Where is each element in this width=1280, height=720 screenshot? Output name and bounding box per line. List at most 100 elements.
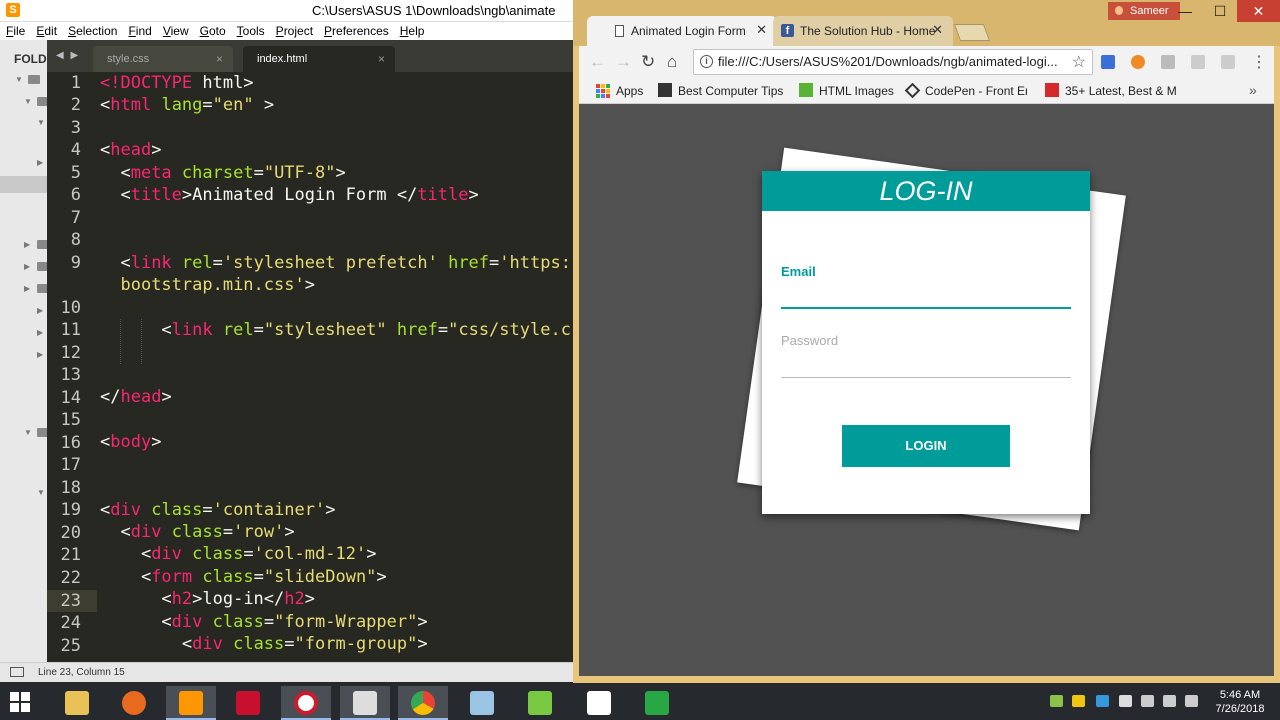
taskbar-acrobat[interactable] (223, 686, 273, 720)
tab-style-css[interactable]: style.css × (93, 46, 233, 72)
tab-index-html[interactable]: index.html × (243, 46, 395, 72)
bookmark-35-latest[interactable]: 35+ Latest, Best & M (1045, 83, 1185, 98)
line-number: 21 (60, 545, 81, 565)
folder-toggle-icon[interactable]: ▼ (37, 118, 45, 127)
folder-toggle-icon[interactable]: ▶ (24, 240, 30, 249)
folder-icon (37, 97, 47, 106)
new-tab-button[interactable] (953, 24, 991, 41)
code-line: <link rel="stylesheet" href="css/style.c (100, 319, 571, 340)
home-icon[interactable]: ⌂ (667, 52, 677, 72)
menu-edit[interactable]: Edit (36, 24, 57, 38)
system-clock[interactable]: 5:46 AM 7/26/2018 (1208, 688, 1272, 716)
notepad-icon (470, 691, 494, 715)
bookmark-apps[interactable]: Apps (596, 84, 643, 98)
code-line: <form class="slideDown"> (100, 566, 387, 587)
code-editor[interactable]: 1 2 3 4 5 6 7 8 9 10 11 12 13 14 15 16 1… (47, 72, 573, 662)
close-icon[interactable]: ✕ (932, 22, 943, 38)
extension-icon[interactable] (1221, 55, 1235, 69)
taskbar-d-app[interactable] (574, 686, 624, 720)
tray-device-icon[interactable] (1119, 695, 1132, 707)
extension-icon[interactable] (1131, 55, 1145, 69)
login-button[interactable]: LOGIN (842, 425, 1010, 467)
forward-icon[interactable]: → (615, 52, 632, 72)
code-line: <div class="form-Wrapper"> (100, 611, 428, 632)
sublime-tabbar: ◀ ▶ style.css × index.html × (47, 40, 573, 72)
code-line: <div class='container'> (100, 499, 336, 520)
chrome-menu-icon[interactable]: ⋮ (1251, 52, 1267, 72)
menu-help[interactable]: Help (400, 24, 425, 38)
taskbar-chrome[interactable] (398, 686, 448, 720)
menu-project[interactable]: Project (276, 24, 313, 38)
bookmarks-overflow-icon[interactable]: » (1249, 82, 1257, 98)
taskbar-firefox[interactable] (109, 686, 159, 720)
folder-icon (37, 262, 47, 271)
folder-toggle-icon[interactable]: ▼ (24, 428, 32, 437)
minimize-icon[interactable]: — (1168, 0, 1202, 22)
bookmark-best-computer-tips[interactable]: Best Computer Tips (658, 83, 783, 98)
folder-toggle-icon[interactable]: ▶ (24, 262, 30, 271)
tab-animated-login-form[interactable]: Animated Login Form ✕ (587, 16, 777, 46)
folder-toggle-icon[interactable]: ▶ (37, 158, 43, 167)
windows-start-icon[interactable] (10, 692, 30, 712)
taskbar-bluestacks[interactable] (515, 686, 565, 720)
clock-date: 7/26/2018 (1215, 703, 1265, 715)
bookmark-label: CodePen - Front End (925, 84, 1027, 98)
extension-icon[interactable] (1191, 55, 1205, 69)
tab-nav-arrows-icon[interactable]: ◀ ▶ (56, 50, 80, 61)
close-icon[interactable]: × (216, 52, 223, 66)
extension-puzzle-icon[interactable] (1101, 55, 1115, 69)
menu-preferences[interactable]: Preferences (324, 24, 389, 38)
taskbar-opera[interactable] (281, 686, 331, 720)
tray-app-icon[interactable] (1096, 695, 1109, 707)
bookmark-html-images[interactable]: HTML Images (799, 83, 894, 98)
volume-icon[interactable] (1185, 695, 1198, 707)
folder-toggle-icon[interactable]: ▶ (37, 306, 43, 315)
line-number: 1 (70, 73, 81, 93)
line-number: 12 (60, 343, 81, 363)
tray-app-icon[interactable] (1072, 695, 1085, 707)
line-gutter: 1 2 3 4 5 6 7 8 9 10 11 12 13 14 15 16 1… (47, 72, 87, 662)
wifi-icon[interactable] (1163, 695, 1176, 707)
folder-toggle-icon[interactable]: ▶ (37, 350, 43, 359)
code-line: <html lang="en" > (100, 95, 275, 116)
taskbar-notepad[interactable] (457, 686, 507, 720)
code-content[interactable]: <!DOCTYPE html> <html lang="en" > <head> <… (100, 72, 573, 662)
taskbar-file-explorer[interactable] (52, 686, 102, 720)
folder-toggle-icon[interactable]: ▼ (37, 488, 45, 497)
menu-view[interactable]: View (163, 24, 189, 38)
menu-find[interactable]: Find (128, 24, 151, 38)
folder-toggle-icon[interactable]: ▶ (24, 284, 30, 293)
sidebar-selected-item[interactable] (0, 176, 47, 193)
tray-flag-icon[interactable] (1141, 695, 1154, 707)
monitor-icon[interactable] (10, 667, 24, 677)
close-icon[interactable]: ✕ (756, 22, 767, 38)
bookmark-codepen[interactable]: CodePen - Front End (904, 82, 1027, 99)
email-field[interactable] (781, 307, 1071, 309)
reload-icon[interactable]: ↻ (641, 52, 655, 72)
taskbar-calculator[interactable] (632, 686, 682, 720)
window-close-icon[interactable]: ✕ (1237, 0, 1280, 22)
tab-solution-hub[interactable]: f The Solution Hub - Home ✕ (773, 16, 953, 46)
tab-label: style.css (107, 53, 150, 65)
password-field[interactable] (781, 377, 1071, 378)
taskbar-sublime[interactable] (166, 686, 216, 720)
firefox-icon (122, 691, 146, 715)
address-bar[interactable]: i file:///C:/Users/ASUS%201/Downloads/ng… (693, 49, 1093, 75)
menu-tools[interactable]: Tools (237, 24, 265, 38)
bookmark-star-icon[interactable]: ☆ (1072, 52, 1086, 72)
menu-selection[interactable]: Selection (68, 24, 117, 38)
maximize-icon[interactable]: ☐ (1203, 0, 1237, 22)
taskbar-app[interactable] (340, 686, 390, 720)
info-icon[interactable]: i (700, 55, 713, 68)
folder-toggle-icon[interactable]: ▶ (37, 328, 43, 337)
tray-app-icon[interactable] (1050, 695, 1063, 707)
sublime-icon (179, 691, 203, 715)
folder-icon (37, 240, 47, 249)
menu-file[interactable]: File (6, 24, 25, 38)
folder-toggle-icon[interactable]: ▼ (15, 75, 23, 84)
close-icon[interactable]: × (378, 52, 385, 66)
menu-goto[interactable]: Goto (200, 24, 226, 38)
back-icon[interactable]: ← (589, 52, 606, 72)
extension-icon[interactable] (1161, 55, 1175, 69)
folder-toggle-icon[interactable]: ▼ (24, 97, 32, 106)
